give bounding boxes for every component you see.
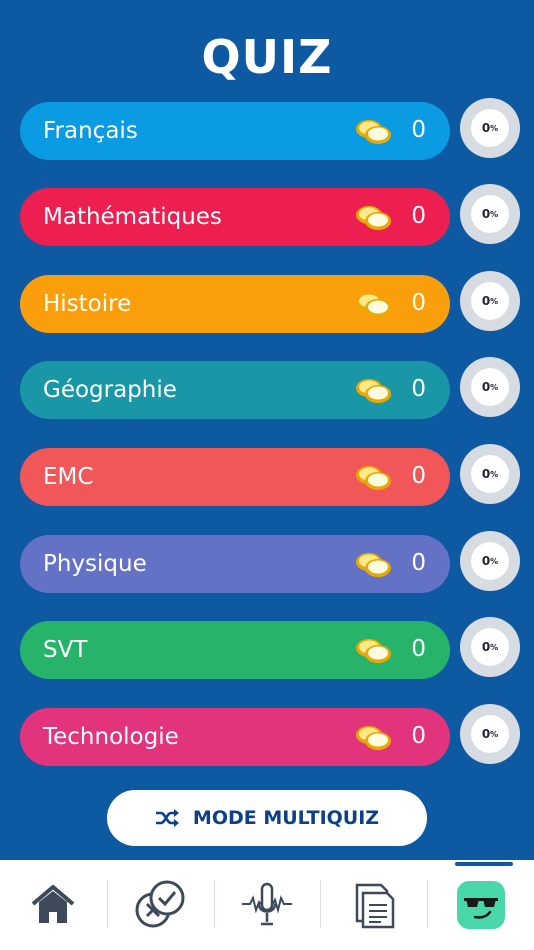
- progress-unit: %: [490, 296, 499, 306]
- coins-icon: [356, 206, 391, 230]
- subject-row: Histoire 0 0%: [0, 271, 534, 335]
- subject-button-emc[interactable]: EMC 0: [20, 448, 450, 506]
- progress-unit: %: [490, 209, 499, 219]
- coin-count: 0: [411, 463, 426, 489]
- coin-count: 0: [411, 723, 426, 749]
- subject-label: Géographie: [43, 377, 177, 403]
- progress-value: 0: [481, 207, 491, 221]
- progress-unit: %: [490, 382, 499, 392]
- progress-value: 0: [481, 467, 491, 481]
- subject-button-francais[interactable]: Français 0: [20, 102, 450, 160]
- progress-unit: %: [490, 123, 499, 133]
- progress-circle: 0%: [460, 271, 520, 331]
- progress-circle: 0%: [460, 444, 520, 504]
- progress-unit: %: [490, 469, 499, 479]
- subject-label: Mathématiques: [43, 204, 222, 230]
- subject-button-svt[interactable]: SVT 0: [20, 621, 450, 679]
- bottom-tab-bar: [0, 860, 534, 950]
- progress-value: 0: [481, 640, 491, 654]
- mode-multiquiz-button[interactable]: MODE MULTIQUIZ: [107, 790, 427, 846]
- subject-label: EMC: [43, 464, 94, 490]
- coin-count: 0: [411, 117, 426, 143]
- coin-count: 0: [411, 376, 426, 402]
- progress-value: 0: [481, 727, 491, 741]
- subject-row: Français 0 0%: [0, 98, 534, 162]
- subject-row: Géographie 0 0%: [0, 357, 534, 421]
- documents-icon: [355, 883, 395, 929]
- subject-row: SVT 0 0%: [0, 617, 534, 681]
- shuffle-icon: [155, 809, 179, 827]
- quiz-check-icon: [135, 880, 185, 928]
- multiquiz-label: MODE MULTIQUIZ: [192, 807, 380, 829]
- subject-label: Histoire: [43, 291, 132, 317]
- coin-count: 0: [411, 550, 426, 576]
- progress-unit: %: [490, 729, 499, 739]
- coins-icon: [356, 553, 391, 577]
- progress-unit: %: [490, 556, 499, 566]
- page-title: QUIZ: [201, 30, 333, 84]
- coins-icon: [356, 379, 391, 403]
- subject-button-technologie[interactable]: Technologie 0: [20, 708, 450, 766]
- subject-button-histoire[interactable]: Histoire 0: [20, 275, 450, 333]
- tab-documents[interactable]: [320, 860, 427, 950]
- subject-label: SVT: [43, 637, 88, 663]
- subject-row: Physique 0 0%: [0, 531, 534, 595]
- progress-circle: 0%: [460, 98, 520, 158]
- subject-button-mathematiques[interactable]: Mathématiques 0: [20, 188, 450, 246]
- subject-button-geographie[interactable]: Géographie 0: [20, 361, 450, 419]
- progress-value: 0: [481, 294, 491, 308]
- coin-count: 0: [411, 636, 426, 662]
- tab-home[interactable]: [0, 860, 107, 950]
- coins-icon: [356, 293, 391, 317]
- home-icon: [32, 885, 75, 923]
- coin-count: 0: [411, 290, 426, 316]
- progress-circle: 0%: [460, 184, 520, 244]
- coins-icon: [356, 466, 391, 490]
- avatar-sunglasses-icon: [456, 881, 505, 929]
- coin-count: 0: [411, 203, 426, 229]
- progress-value: 0: [481, 380, 491, 394]
- progress-value: 0: [481, 121, 491, 135]
- coins-icon: [356, 120, 391, 144]
- subject-row: EMC 0 0%: [0, 444, 534, 508]
- microphone-icon: [241, 882, 292, 926]
- progress-circle: 0%: [460, 531, 520, 591]
- coins-icon: [356, 726, 391, 750]
- progress-unit: %: [490, 642, 499, 652]
- progress-value: 0: [481, 554, 491, 568]
- subject-row: Mathématiques 0 0%: [0, 184, 534, 248]
- subject-label: Technologie: [43, 724, 179, 750]
- subject-row: Technologie 0 0%: [0, 704, 534, 768]
- subject-label: Français: [43, 118, 138, 144]
- subject-label: Physique: [43, 551, 147, 577]
- tab-quiz[interactable]: [106, 860, 214, 950]
- tab-microphone[interactable]: [213, 860, 321, 950]
- progress-circle: 0%: [460, 617, 520, 677]
- progress-circle: 0%: [460, 357, 520, 417]
- tab-profile[interactable]: [427, 860, 534, 950]
- subject-button-physique[interactable]: Physique 0: [20, 535, 450, 593]
- progress-circle: 0%: [460, 704, 520, 764]
- coins-icon: [356, 639, 391, 663]
